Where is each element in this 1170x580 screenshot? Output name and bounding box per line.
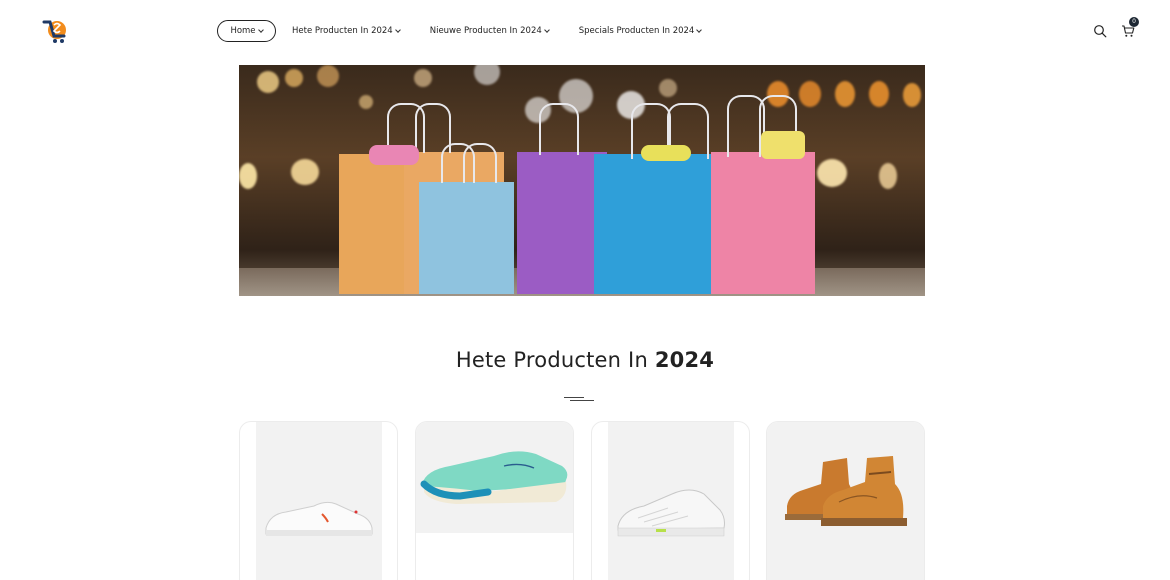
chevron-down-icon — [394, 26, 401, 33]
product-image-brown-boot[interactable] — [767, 422, 924, 580]
section-title: Hete Producten In 2024 — [0, 348, 1170, 372]
main-nav: Home Hete Producten In 2024 Nieuwe Produ… — [217, 20, 703, 42]
section-title-regular: Hete Producten In — [455, 348, 648, 372]
nav-item-label: Home — [230, 26, 256, 36]
chevron-down-icon — [543, 26, 550, 33]
nav-item-label: Nieuwe Producten In 2024 — [429, 26, 542, 36]
chevron-down-icon — [257, 26, 264, 33]
site-header: Home Hete Producten In 2024 Nieuwe Produ… — [0, 0, 1170, 62]
product-card[interactable] — [239, 421, 398, 580]
product-card[interactable] — [766, 421, 925, 580]
section-title-bold: 2024 — [654, 348, 715, 372]
nav-item-specials-producten[interactable]: Specials Producten In 2024 — [578, 20, 703, 42]
product-image-white-air-max[interactable] — [608, 422, 734, 580]
nav-item-label: Hete Producten In 2024 — [292, 26, 393, 36]
hero-banner-image — [239, 65, 925, 296]
section-divider — [564, 397, 594, 403]
nav-item-home[interactable]: Home — [217, 20, 276, 42]
nav-item-nieuwe-producten[interactable]: Nieuwe Producten In 2024 — [429, 20, 550, 42]
product-image-white-sneaker[interactable] — [256, 422, 382, 580]
product-card[interactable] — [591, 421, 750, 580]
nav-item-label: Specials Producten In 2024 — [578, 26, 695, 36]
cart-count-badge: 0 — [1129, 17, 1139, 27]
logo-icon[interactable] — [42, 18, 68, 46]
chevron-down-icon — [696, 26, 703, 33]
product-card[interactable] — [415, 421, 574, 580]
nav-item-hete-producten[interactable]: Hete Producten In 2024 — [292, 20, 401, 42]
search-icon[interactable] — [1093, 23, 1107, 38]
product-image-mint-running-shoe[interactable] — [416, 422, 573, 533]
